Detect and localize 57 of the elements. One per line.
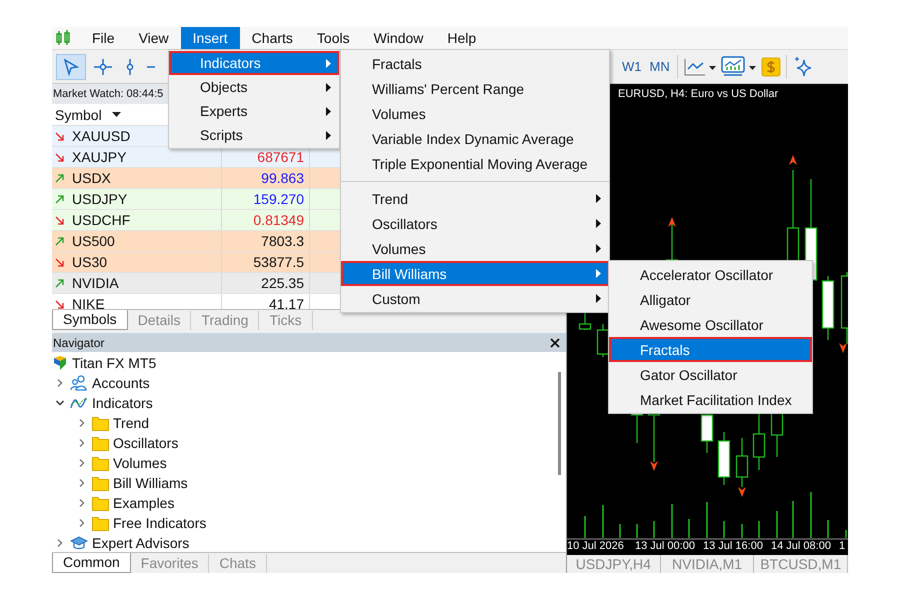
menu-item[interactable]: Scripts [169,123,339,147]
bid-price: 53877.5 [253,254,304,270]
bid-price: 159.270 [253,191,304,207]
bid-price: 41.17 [268,296,304,309]
time-axis-label: 10 Jul 2026 [567,540,625,554]
menu-item[interactable]: Insert [180,27,240,49]
menu-item[interactable]: Charts [240,27,305,49]
symbol-name: USDJPY [72,191,128,207]
symbol-name: USDX [72,170,111,186]
menu-item[interactable]: Tools [304,27,362,49]
tree-item[interactable]: Oscillators [113,435,178,451]
timeframe-button[interactable]: MN [646,56,674,77]
menu-item[interactable]: View [126,27,181,49]
symbol-name: USDCHF [72,212,130,228]
time-axis-label: 1 [839,540,846,554]
menu-item[interactable]: Help [435,27,488,49]
tree-item[interactable]: Trend [113,415,150,431]
tree-item[interactable]: Titan FX MT5 [72,355,156,371]
tree-item[interactable]: Bill Williams [113,475,188,491]
menu-item[interactable]: Indicators [169,51,339,75]
menu-item[interactable]: Alligator [609,287,812,312]
bid-price: 225.35 [261,275,304,291]
timeframe-button[interactable]: W1 [618,56,646,77]
symbol-name: US500 [72,233,115,249]
panel-tab[interactable]: Symbols [52,310,128,330]
time-axis-label: 13 Jul 16:00 [703,540,764,554]
tree-item[interactable]: Examples [113,495,174,511]
panel-tab[interactable]: Common [52,553,131,573]
tree-item[interactable]: Accounts [92,375,150,391]
tree-item[interactable]: Free Indicators [113,515,206,531]
menu-item[interactable]: Market Facilitation Index [609,387,812,412]
time-axis-label: 13 Jul 00:00 [635,540,696,554]
tree-item[interactable]: Expert Advisors [92,535,190,551]
symbol-name: XAUUSD [72,128,130,144]
bid-price: 7803.3 [261,233,304,249]
bid-price: 687671 [257,149,304,165]
bid-price: 99.863 [261,170,304,186]
symbol-name: US30 [72,254,108,270]
symbol-name: NIKE [72,296,105,309]
menu-item[interactable]: Window [362,27,436,49]
time-axis-label: 14 Jul 08:00 [771,540,832,554]
panel-title: Navigator [53,336,104,350]
menu-item[interactable]: Gator Oscillator [609,362,812,387]
bid-price: 0.81349 [253,212,304,228]
menu-item[interactable]: Volumes [341,101,609,126]
menu-item[interactable]: Bill Williams [341,261,609,286]
menu-item[interactable]: Fractals [341,51,609,76]
chart-title: EURUSD, H4: Euro vs US Dollar [617,87,780,102]
tree-item[interactable]: Indicators [92,395,153,411]
menu-item[interactable]: Awesome Oscillator [609,312,812,337]
symbol-name: XAUJPY [72,149,126,165]
menu-item[interactable]: Accelerator Oscillator [609,262,812,287]
tree-item[interactable]: Volumes [113,455,167,471]
menu-item[interactable]: File [80,27,127,49]
menu-item[interactable]: Fractals [609,337,812,362]
column-header[interactable]: Symbol [55,106,102,122]
symbol-name: NVIDIA [72,275,119,291]
